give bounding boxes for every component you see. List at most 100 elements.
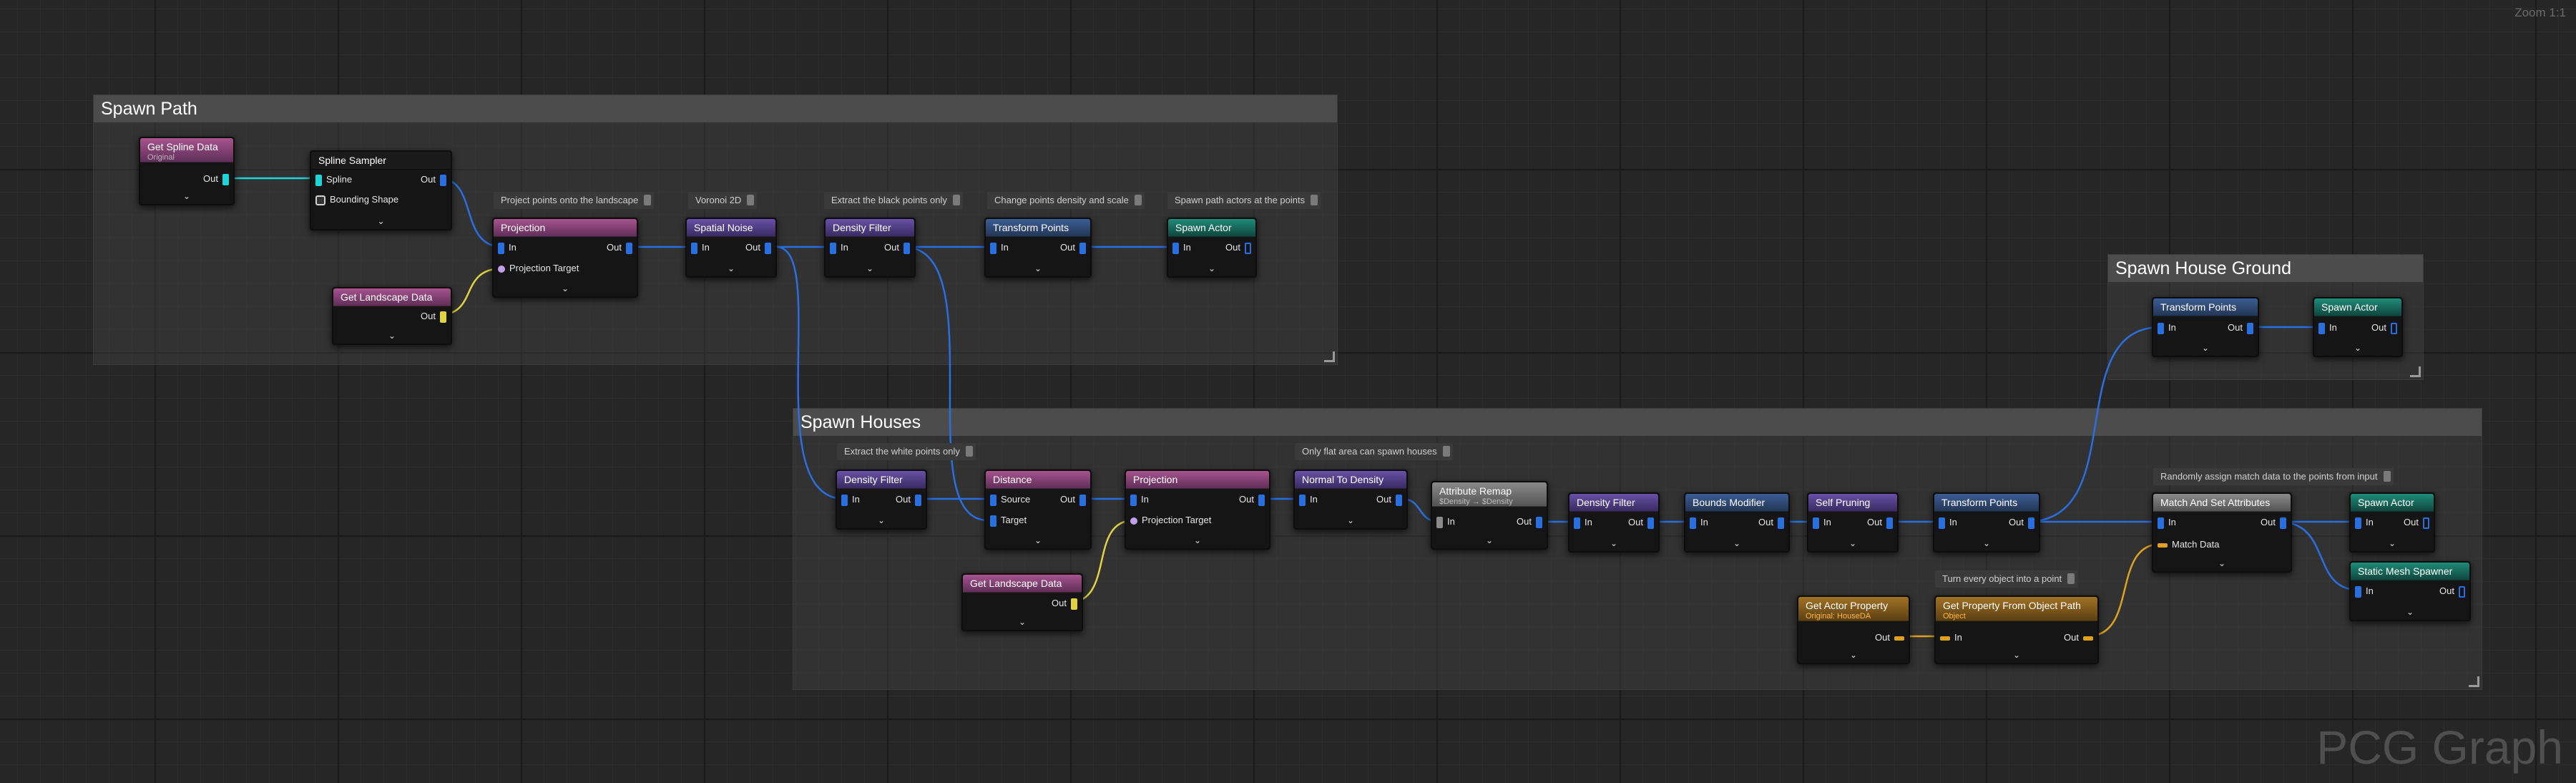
comment-path-actors[interactable]: Spawn path actors at the points bbox=[1167, 192, 1321, 209]
node-projection[interactable]: Projection In Out Projection Target ⌄ bbox=[492, 218, 638, 298]
output-pin[interactable]: Out bbox=[2064, 631, 2097, 644]
point-pin-icon[interactable] bbox=[2028, 517, 2034, 529]
input-pin[interactable]: In bbox=[2314, 321, 2337, 334]
output-pin[interactable]: Out bbox=[1239, 493, 1269, 506]
input-pin[interactable]: In bbox=[1432, 515, 1455, 528]
comment-toggle[interactable] bbox=[1134, 195, 1142, 205]
point-pin-icon[interactable] bbox=[626, 242, 632, 254]
point-pin-icon[interactable] bbox=[765, 242, 771, 254]
expand-chevron-icon[interactable]: ⌄ bbox=[1126, 535, 1269, 545]
input-pin[interactable]: In bbox=[2153, 516, 2176, 529]
expand-chevron-icon[interactable]: ⌄ bbox=[1798, 650, 1909, 660]
expand-chevron-icon[interactable]: ⌄ bbox=[140, 191, 233, 201]
input-pin-match-data[interactable]: Match Data bbox=[2153, 538, 2219, 551]
comment-toggle[interactable] bbox=[1442, 446, 1450, 457]
node-attribute-remap[interactable]: Attribute Remap $Density → $Density In Ou… bbox=[1431, 481, 1548, 550]
spline-pin-icon[interactable] bbox=[315, 174, 322, 186]
point-pin-icon[interactable] bbox=[2423, 517, 2429, 529]
input-pin[interactable]: In bbox=[1569, 516, 1592, 529]
point-pin-icon[interactable] bbox=[1079, 494, 1086, 506]
output-pin[interactable]: Out bbox=[1376, 493, 1406, 506]
comment-project-points[interactable]: Project points onto the landscape bbox=[494, 192, 655, 209]
expand-chevron-icon[interactable]: ⌄ bbox=[826, 263, 914, 273]
point-pin-icon[interactable] bbox=[2355, 585, 2361, 598]
comment-toggle[interactable] bbox=[747, 195, 755, 205]
node-transform-points-ground[interactable]: Transform Points In Out ⌄ bbox=[2152, 297, 2259, 357]
object-pin-icon[interactable] bbox=[1940, 636, 1950, 641]
point-pin-icon[interactable] bbox=[2459, 585, 2465, 598]
input-pin[interactable]: In bbox=[1685, 516, 1708, 529]
point-pin-icon[interactable] bbox=[2391, 322, 2397, 334]
comment-black-points[interactable]: Extract the black points only bbox=[824, 192, 963, 209]
output-pin[interactable]: Out bbox=[2261, 516, 2291, 529]
expand-chevron-icon[interactable]: ⌄ bbox=[837, 515, 926, 525]
input-pin-spline[interactable]: Spline bbox=[311, 173, 352, 186]
node-get-spline-data[interactable]: Get Spline Data Original Out ⌄ bbox=[139, 137, 235, 205]
expand-chevron-icon[interactable]: ⌄ bbox=[2351, 538, 2434, 548]
point-pin-icon[interactable] bbox=[1299, 494, 1306, 506]
point-pin-icon[interactable] bbox=[1574, 517, 1580, 529]
input-pin[interactable]: In bbox=[494, 241, 516, 254]
point-pin-icon[interactable] bbox=[990, 242, 996, 254]
output-pin[interactable]: Out bbox=[1060, 493, 1090, 506]
input-pin-bounding-shape[interactable]: Bounding Shape bbox=[311, 193, 398, 206]
point-pin-icon[interactable] bbox=[1690, 517, 1696, 529]
point-pin-icon[interactable] bbox=[2280, 517, 2286, 529]
node-bounds-modifier[interactable]: Bounds Modifier In Out ⌄ bbox=[1684, 492, 1790, 553]
comment-toggle[interactable] bbox=[2383, 471, 2391, 482]
output-pin[interactable]: Out bbox=[1758, 516, 1788, 529]
expand-chevron-icon[interactable]: ⌄ bbox=[2153, 558, 2291, 568]
comment-flat-area[interactable]: Only flat area can spawn houses bbox=[1295, 443, 1453, 460]
point-pin-icon[interactable] bbox=[1079, 242, 1086, 254]
output-pin[interactable]: Out bbox=[1867, 516, 1897, 529]
output-pin[interactable]: Out bbox=[1052, 597, 1082, 610]
point-pin-icon[interactable] bbox=[498, 242, 504, 254]
point-pin-icon[interactable] bbox=[2247, 322, 2253, 334]
input-pin[interactable]: In bbox=[2351, 585, 2374, 598]
node-transform-points[interactable]: Transform Points In Out ⌄ bbox=[984, 218, 1092, 278]
point-pin-icon[interactable] bbox=[903, 242, 910, 254]
output-pin[interactable]: Out bbox=[2009, 516, 2039, 529]
node-get-actor-property[interactable]: Get Actor Property Original: HouseDA Out … bbox=[1797, 595, 1910, 664]
node-self-pruning[interactable]: Self Pruning In Out ⌄ bbox=[1807, 492, 1899, 553]
comment-voronoi[interactable]: Voronoi 2D bbox=[688, 192, 758, 209]
node-normal-to-density[interactable]: Normal To Density In Out ⌄ bbox=[1293, 470, 1408, 530]
output-pin[interactable]: Out bbox=[607, 241, 637, 254]
node-match-and-set-attributes[interactable]: Match And Set Attributes In Out Match Da… bbox=[2152, 492, 2292, 573]
output-pin[interactable]: Out bbox=[2404, 516, 2434, 529]
comment-white-points[interactable]: Extract the white points only bbox=[837, 443, 976, 460]
expand-chevron-icon[interactable]: ⌄ bbox=[2351, 607, 2469, 617]
input-pin-projection-target[interactable]: Projection Target bbox=[1126, 514, 1211, 527]
comment-toggle[interactable] bbox=[644, 195, 652, 205]
input-pin[interactable]: In bbox=[1936, 631, 1962, 644]
output-pin[interactable]: Out bbox=[884, 241, 914, 254]
point-pin-icon[interactable] bbox=[1172, 242, 1179, 254]
output-pin[interactable]: Out bbox=[421, 173, 451, 186]
expand-chevron-icon[interactable]: ⌄ bbox=[1295, 515, 1406, 525]
input-pin-source[interactable]: Source bbox=[986, 493, 1030, 506]
node-spawn-actor-houses[interactable]: Spawn Actor In Out ⌄ bbox=[2349, 492, 2435, 553]
input-pin[interactable]: In bbox=[1126, 493, 1149, 506]
expand-chevron-icon[interactable]: ⌄ bbox=[1432, 535, 1547, 545]
input-pin-target[interactable]: Target bbox=[986, 514, 1027, 527]
node-projection-houses[interactable]: Projection In Out Projection Target ⌄ bbox=[1125, 470, 1270, 550]
point-pin-icon[interactable] bbox=[1813, 517, 1819, 529]
point-pin-icon[interactable] bbox=[1258, 494, 1265, 506]
expand-chevron-icon[interactable]: ⌄ bbox=[986, 535, 1090, 545]
point-pin-icon[interactable] bbox=[440, 174, 446, 186]
point-pin-icon[interactable] bbox=[2318, 322, 2325, 334]
expand-chevron-icon[interactable]: ⌄ bbox=[1569, 538, 1658, 548]
expand-chevron-icon[interactable]: ⌄ bbox=[963, 617, 1082, 627]
output-pin[interactable]: Out bbox=[1875, 631, 1909, 644]
comment-toggle[interactable] bbox=[2067, 573, 2075, 584]
point-pin-icon[interactable] bbox=[1396, 494, 1402, 506]
spatial-pin-icon[interactable] bbox=[498, 265, 505, 273]
point-pin-icon[interactable] bbox=[841, 494, 848, 506]
point-pin-icon[interactable] bbox=[1436, 516, 1443, 528]
node-density-filter[interactable]: Density Filter In Out ⌄ bbox=[824, 218, 916, 278]
point-pin-icon[interactable] bbox=[990, 494, 996, 506]
output-pin[interactable]: Out bbox=[2439, 585, 2469, 598]
spatial-pin-icon[interactable] bbox=[1130, 517, 1137, 525]
expand-chevron-icon[interactable]: ⌄ bbox=[1168, 263, 1255, 273]
point-pin-icon[interactable] bbox=[990, 515, 996, 527]
